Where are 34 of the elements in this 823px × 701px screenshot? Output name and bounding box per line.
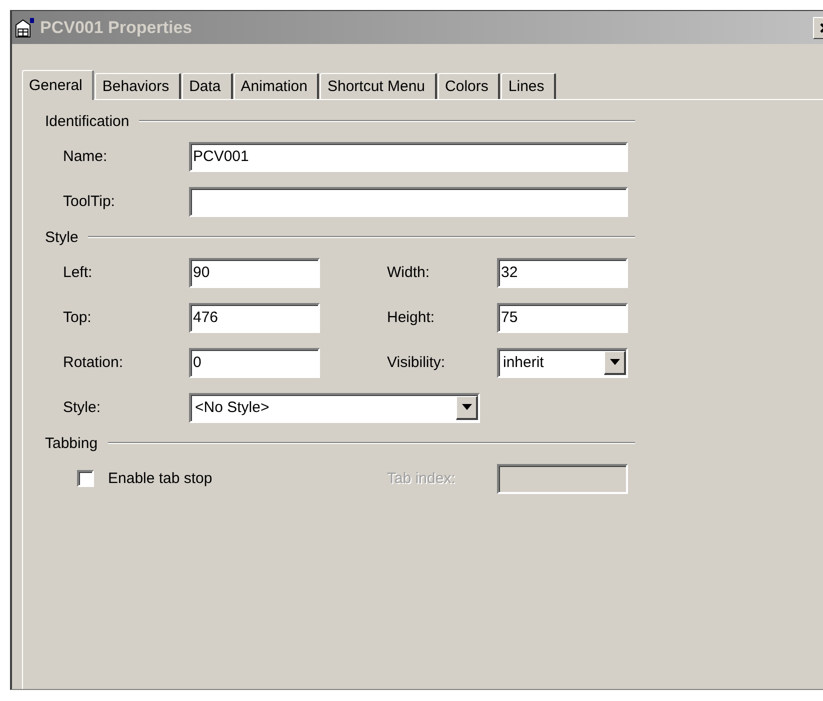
field-label: Visibility: [387, 354, 446, 371]
dropdown[interactable]: <No Style> [189, 392, 480, 422]
input-field[interactable]: 0 [189, 348, 320, 378]
section-title: Identification [45, 112, 130, 130]
window-title: PCV001 Properties [40, 18, 194, 38]
checkbox[interactable] [77, 470, 94, 487]
field-label: Top: [63, 309, 92, 326]
properties-icon [14, 16, 36, 38]
input-field[interactable]: 32 [497, 258, 628, 288]
input-field[interactable] [189, 186, 628, 216]
field-label: Name: [63, 148, 108, 165]
field-label: Height: [387, 309, 436, 326]
input-field[interactable]: PCV001 [189, 142, 628, 172]
section-title: Style [45, 228, 78, 246]
tab[interactable]: Data [182, 73, 233, 99]
field-label: Rotation: [63, 354, 124, 371]
tab[interactable]: Behaviors [95, 73, 182, 99]
field-label: Left: [63, 264, 94, 281]
tab[interactable]: Lines [501, 73, 556, 99]
field-label: Style: [63, 399, 102, 416]
section-title: Tabbing [45, 434, 98, 452]
input-field[interactable]: 476 [189, 302, 320, 332]
tab[interactable]: Colors [438, 73, 500, 99]
dropdown-arrow-icon [462, 404, 472, 410]
field-label: Width: [387, 264, 431, 281]
field-label: ToolTip: [63, 193, 116, 210]
tab[interactable]: Animation [234, 73, 320, 99]
tab[interactable]: Shortcut Menu [320, 73, 438, 99]
dropdown[interactable]: inherit [497, 348, 628, 378]
dropdown-arrow-icon [610, 359, 620, 365]
tab[interactable]: General [22, 70, 94, 100]
checkbox-label: Enable tab stop [108, 470, 212, 487]
input-field[interactable]: 75 [497, 302, 628, 332]
input-field[interactable]: 90 [189, 258, 320, 288]
